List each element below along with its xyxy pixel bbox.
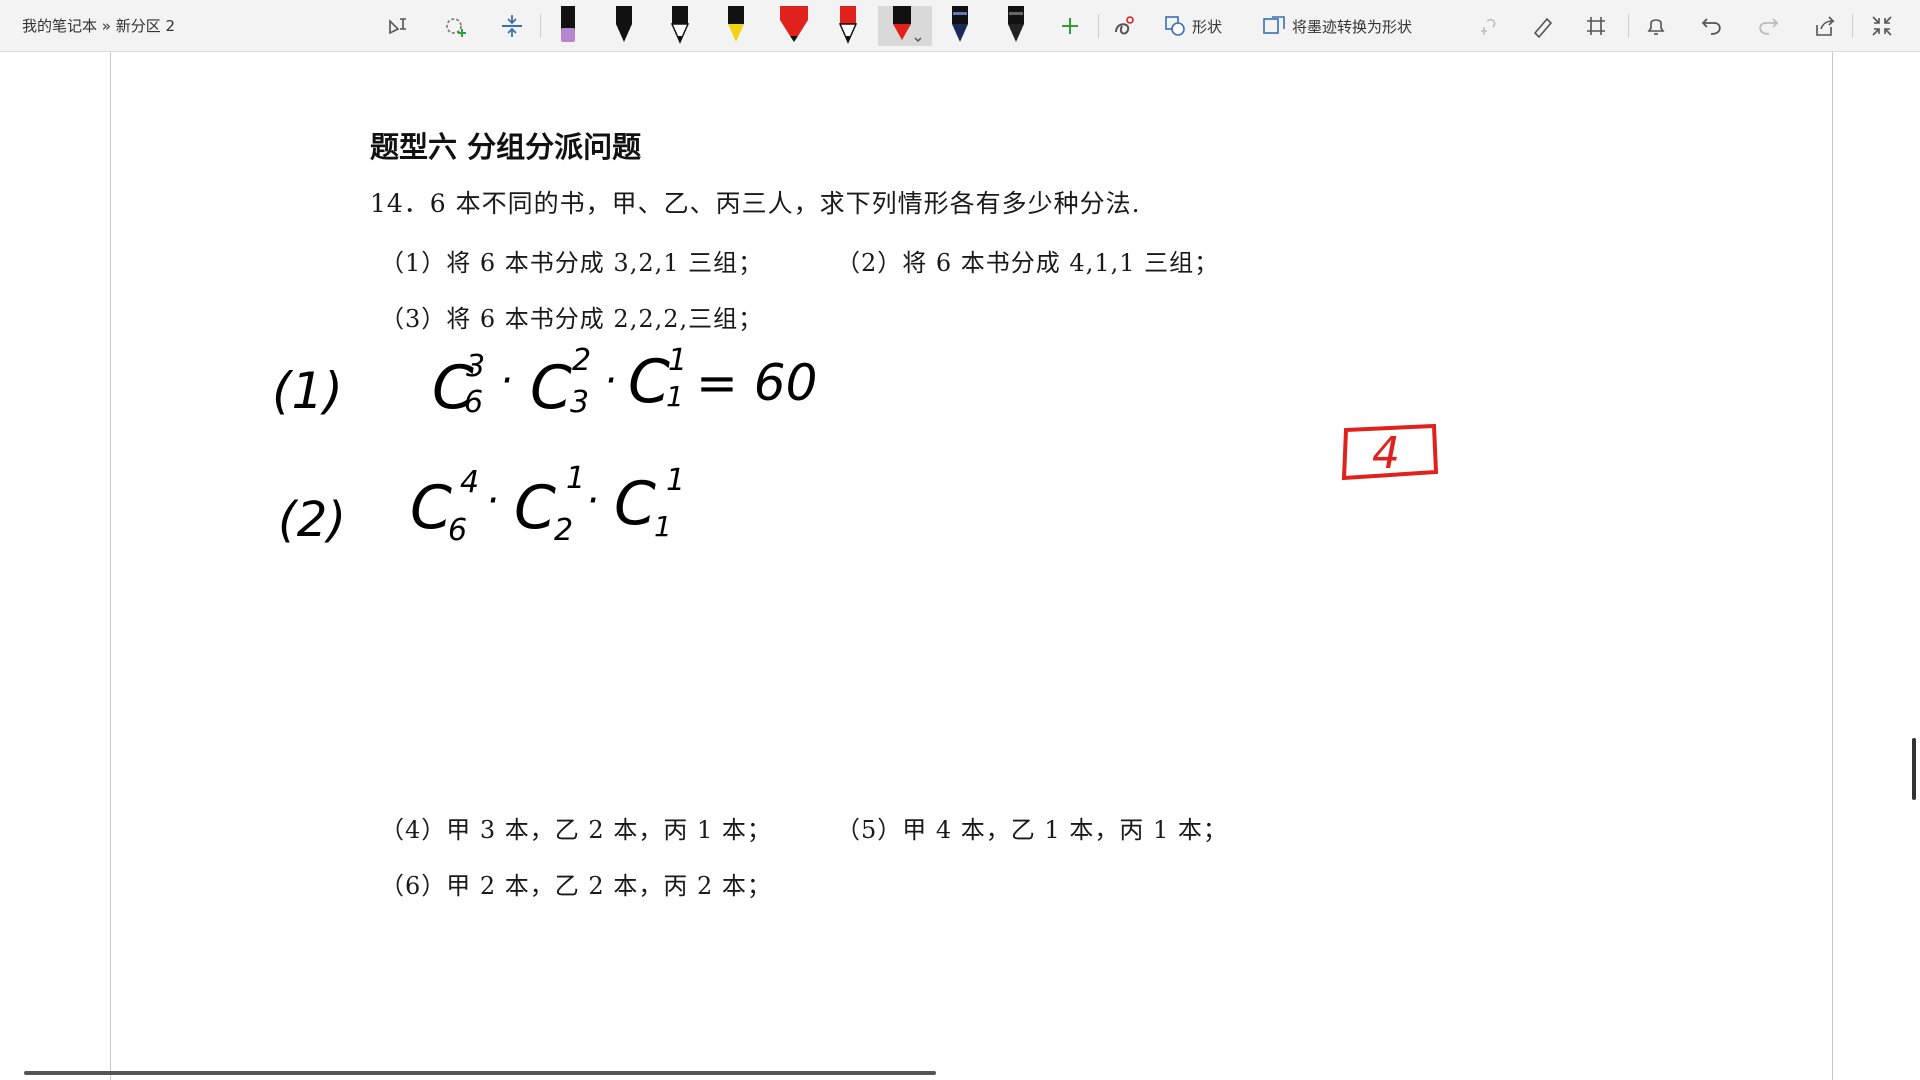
svg-text:3: 3 — [466, 349, 485, 384]
ink-label-1: (1) — [272, 362, 343, 420]
ink-formula-2: C 4 6 · C 1 2 · C 1 1 — [410, 461, 685, 548]
svg-text:3: 3 — [570, 385, 589, 420]
svg-text:6: 6 — [464, 385, 483, 420]
vertical-scrollbar[interactable] — [1912, 738, 1916, 800]
svg-text:4: 4 — [460, 465, 479, 500]
svg-text:·: · — [586, 478, 599, 524]
horizontal-scrollbar[interactable] — [24, 1071, 936, 1075]
svg-text:1: 1 — [654, 510, 672, 543]
svg-text:·: · — [604, 358, 617, 404]
svg-text:6: 6 — [448, 513, 467, 548]
ink-formula-1: C 3 6 · C 2 3 · C 1 1 — [432, 343, 687, 423]
svg-text:C: C — [530, 353, 572, 423]
svg-text:C: C — [628, 347, 670, 417]
ink-box-number: 4 — [1372, 428, 1400, 479]
svg-text:1: 1 — [566, 461, 585, 496]
svg-text:2: 2 — [572, 343, 591, 378]
ink-layer: (1) C 3 6 · C 2 3 · C 1 1 = 60 (2) C 4 6… — [272, 343, 1439, 548]
svg-text:·: · — [486, 478, 499, 524]
svg-text:C: C — [614, 469, 656, 539]
svg-text:2: 2 — [554, 513, 573, 548]
ink-result-1: = 60 — [696, 354, 817, 412]
onenote-window: 我的笔记本 » 新分区 2 形状 将墨迹转换为形状 题型六 分组分派问题 14．… — [0, 0, 1920, 1080]
svg-text:C: C — [410, 473, 452, 543]
svg-text:·: · — [500, 358, 513, 404]
svg-text:1: 1 — [666, 380, 684, 413]
svg-text:1: 1 — [668, 343, 687, 378]
svg-text:C: C — [514, 473, 556, 543]
svg-text:1: 1 — [666, 463, 685, 498]
ink-label-2: (2) — [278, 492, 346, 548]
